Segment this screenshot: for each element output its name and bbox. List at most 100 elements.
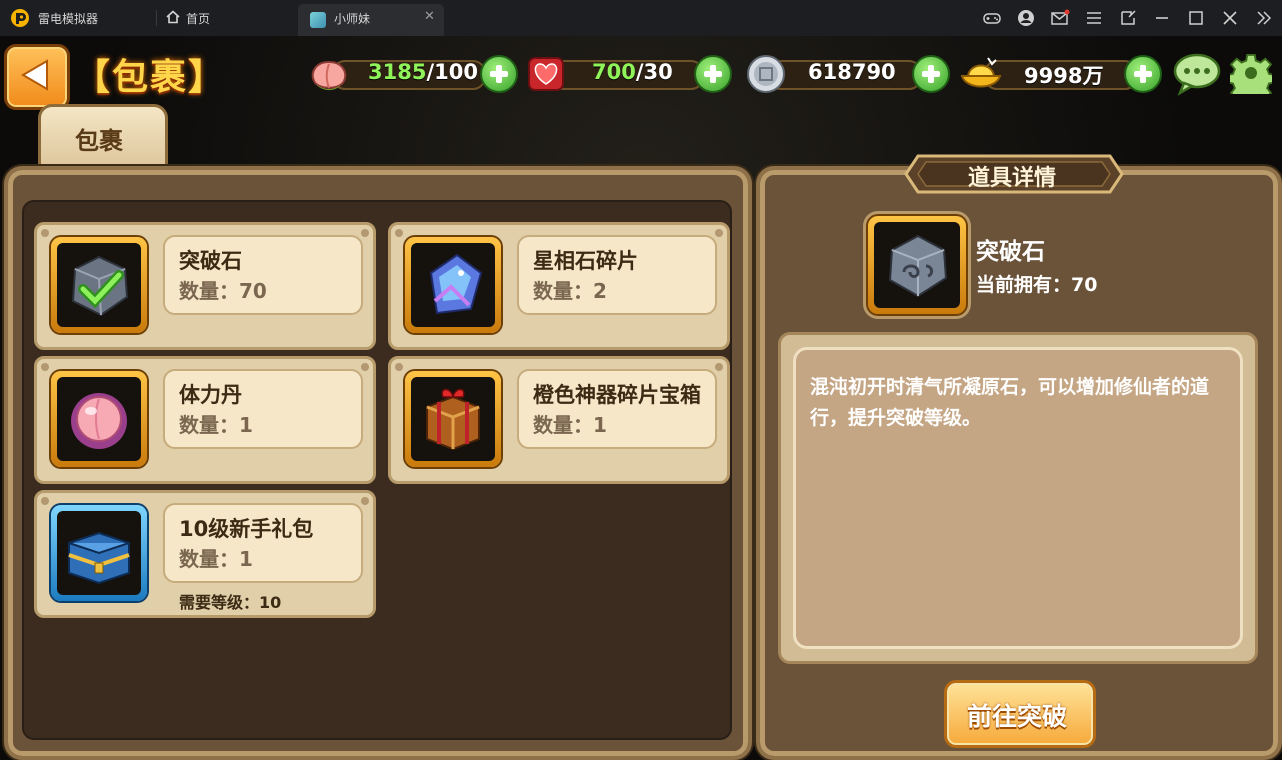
heart-icon <box>528 57 564 91</box>
item-frame <box>405 371 501 467</box>
description-inner: 混沌初开时清气所凝原石，可以增加修仙者的道行，提升突破等级。 <box>793 347 1243 649</box>
maximize-icon[interactable] <box>1186 8 1206 28</box>
detail-title-banner: 道具详情 <box>904 154 1124 194</box>
item-description: 混沌初开时清气所凝原石，可以增加修仙者的道行，提升突破等级。 <box>810 376 1210 429</box>
hearts-value: 700/30 <box>592 60 673 84</box>
item-info: 橙色神器碎片宝箱 数量：1 <box>517 369 717 449</box>
emulator-titlebar: 雷电模拟器 首页 小师妹 ✕ <box>0 0 1282 36</box>
add-silver-button[interactable] <box>912 55 950 93</box>
item-detail-panel: 道具详情 突破石 当前拥有：70 混沌初开时清气所凝原石，可以增加修仙者的道行，… <box>756 154 1282 760</box>
gold-ingot-icon <box>960 57 1002 88</box>
inventory-item[interactable]: 突破石 数量：70 <box>34 222 376 350</box>
add-gold-button[interactable] <box>1124 55 1162 93</box>
level-requirement: 需要等级：10 <box>179 593 282 612</box>
inventory-item[interactable]: 10级新手礼包 数量：1 需要等级：10 <box>34 490 376 618</box>
breakthrough-stone-icon <box>71 255 129 317</box>
stamina-value: 3185/100 <box>368 60 478 84</box>
game-tab-label: 小师妹 <box>334 12 371 26</box>
item-frame <box>51 371 147 467</box>
item-quantity: 数量：70 <box>179 279 267 303</box>
item-name: 10级新手礼包 <box>179 517 314 541</box>
hearts-current: 700 <box>592 60 636 84</box>
hearts-max: /30 <box>635 60 673 84</box>
close-window-icon[interactable] <box>1220 8 1240 28</box>
stamina-current: 3185 <box>368 60 427 84</box>
back-arrow-icon <box>21 59 48 91</box>
description-box: 混沌初开时清气所凝原石，可以增加修仙者的道行，提升突破等级。 <box>778 332 1258 664</box>
gold-resource: 9998万 <box>958 54 1170 93</box>
card-rivet <box>395 229 403 237</box>
item-frame <box>405 237 501 333</box>
tab-bag[interactable]: 包裹 <box>38 104 168 171</box>
close-tab-icon[interactable]: ✕ <box>424 9 435 24</box>
go-breakthrough-label: 前往突破 <box>967 702 1068 731</box>
game-tab[interactable]: 小师妹 ✕ <box>298 4 444 36</box>
item-info: 10级新手礼包 数量：1 <box>163 503 363 583</box>
hearts-resource: 700/30 <box>524 54 736 93</box>
user-avatar-icon[interactable] <box>1016 8 1036 28</box>
inventory-panel: 突破石 数量：70 星相石碎片 数量：2 体力丹 数量：1 橙色神器碎片宝箱 数… <box>4 166 752 760</box>
peach-icon <box>311 60 347 91</box>
back-button[interactable] <box>4 44 70 110</box>
silver-value: 618790 <box>808 60 896 84</box>
item-info: 星相石碎片 数量：2 <box>517 235 717 315</box>
card-rivet <box>715 229 723 237</box>
gamepad-icon[interactable] <box>982 8 1002 28</box>
stamina-pill-icon <box>71 393 127 449</box>
card-rivet <box>41 229 49 237</box>
gift-chest-icon <box>426 388 480 451</box>
item-info: 体力丹 数量：1 <box>163 369 363 449</box>
screenshot-icon[interactable] <box>1118 8 1138 28</box>
card-rivet <box>41 497 49 505</box>
minimize-icon[interactable] <box>1152 8 1172 28</box>
settings-gear-icon[interactable] <box>1230 52 1272 94</box>
inventory-item[interactable]: 橙色神器碎片宝箱 数量：1 <box>388 356 730 484</box>
stamina-resource: 3185/100 <box>306 54 518 93</box>
silver-resource: 618790 <box>742 54 954 93</box>
card-rivet <box>361 497 369 505</box>
item-quantity: 数量：2 <box>533 279 607 303</box>
add-stamina-button[interactable] <box>480 55 518 93</box>
detail-title: 道具详情 <box>968 166 1057 191</box>
game-screen: 【包裹】 3185/100 700/30 618790 9998万 包裹 突破石… <box>0 36 1282 760</box>
tab-bag-label: 包裹 <box>75 127 123 155</box>
item-name: 星相石碎片 <box>533 249 638 273</box>
page-title: 【包裹】 <box>74 57 227 98</box>
item-info: 突破石 数量：70 <box>163 235 363 315</box>
item-frame <box>51 505 147 601</box>
inventory-grid: 突破石 数量：70 星相石碎片 数量：2 体力丹 数量：1 橙色神器碎片宝箱 数… <box>22 200 732 740</box>
card-rivet <box>361 229 369 237</box>
card-rivet <box>395 363 403 371</box>
item-quantity: 数量：1 <box>179 413 253 437</box>
silver-coin-icon <box>747 55 785 93</box>
emulator-logo-icon <box>11 9 29 27</box>
home-tab[interactable]: 首页 <box>186 10 210 27</box>
emulator-app-name: 雷电模拟器 <box>38 12 99 26</box>
newbie-chest-icon <box>68 531 130 585</box>
detail-item-name: 突破石 <box>976 239 1045 265</box>
item-name: 体力丹 <box>179 383 242 407</box>
inventory-item[interactable]: 体力丹 数量：1 <box>34 356 376 484</box>
detail-item-frame <box>868 216 966 314</box>
star-stone-fragment-icon <box>429 253 483 315</box>
item-quantity: 数量：1 <box>179 547 253 571</box>
add-hearts-button[interactable] <box>694 55 732 93</box>
detail-item-owned: 当前拥有：70 <box>976 274 1098 296</box>
mail-icon[interactable] <box>1050 8 1070 28</box>
card-rivet <box>41 363 49 371</box>
item-frame <box>51 237 147 333</box>
breakthrough-stone-icon <box>888 234 948 298</box>
item-name: 橙色神器碎片宝箱 <box>533 383 701 407</box>
go-breakthrough-button[interactable]: 前往突破 <box>944 680 1096 748</box>
menu-icon[interactable] <box>1084 8 1104 28</box>
sidebar-expand-icon[interactable] <box>1254 8 1274 28</box>
gold-value: 9998万 <box>1024 64 1104 88</box>
card-rivet <box>715 363 723 371</box>
stamina-max: /100 <box>426 60 478 84</box>
titlebar-divider <box>156 10 157 26</box>
game-tab-icon <box>310 12 326 28</box>
card-rivet <box>361 363 369 371</box>
chat-icon[interactable] <box>1172 52 1222 96</box>
home-icon[interactable] <box>166 10 180 24</box>
inventory-item[interactable]: 星相石碎片 数量：2 <box>388 222 730 350</box>
